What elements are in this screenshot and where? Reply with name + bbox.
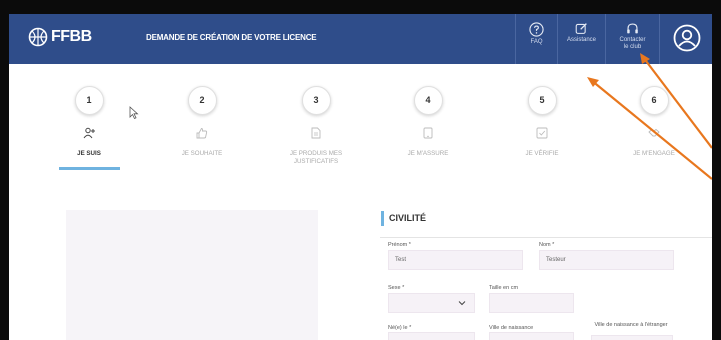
annotation-arrows	[587, 53, 712, 180]
annotation-arrow-contact	[640, 53, 712, 149]
browser-viewport: FFBB DEMANDE DE CRÉATION DE VOTRE LICENC…	[9, 14, 712, 340]
annotation-arrow-assistance	[587, 77, 712, 180]
